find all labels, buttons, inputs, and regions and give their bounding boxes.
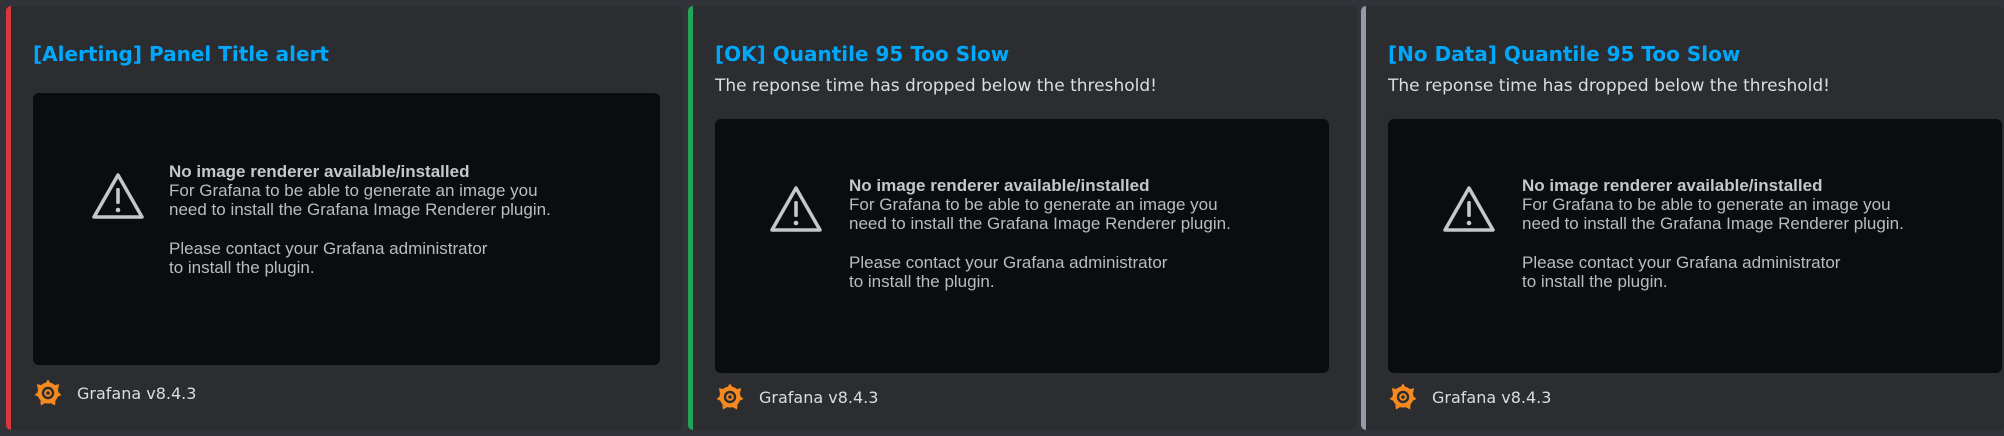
- embed-footer: Grafana v8.4.3: [715, 382, 878, 412]
- grafana-logo-icon: [1389, 383, 1417, 410]
- renderer-message-line: to install the plugin.: [169, 258, 315, 277]
- renderer-message-line: need to install the Grafana Image Render…: [169, 200, 551, 219]
- renderer-message-line: Please contact your Grafana administrato…: [1522, 253, 1841, 272]
- renderer-message-heading: No image renderer available/installed: [169, 162, 470, 181]
- embed-title-link[interactable]: [Alerting] Panel Title alert: [33, 42, 329, 66]
- embed-footer: Grafana v8.4.3: [1388, 382, 1551, 412]
- embed-image[interactable]: No image renderer available/installed Fo…: [1388, 119, 2002, 373]
- alert-embed-ok: [OK] Quantile 95 Too Slow The reponse ti…: [688, 6, 1357, 430]
- renderer-message-line: need to install the Grafana Image Render…: [1522, 214, 1904, 233]
- renderer-message-line: to install the plugin.: [1522, 272, 1668, 291]
- renderer-message: No image renderer available/installed Fo…: [1522, 176, 1904, 291]
- renderer-message-heading: No image renderer available/installed: [1522, 176, 1823, 195]
- embed-footer: Grafana v8.4.3: [33, 378, 196, 408]
- renderer-message-line: to install the plugin.: [849, 272, 995, 291]
- footer-text: Grafana v8.4.3: [1432, 387, 1552, 407]
- footer-text: Grafana v8.4.3: [77, 383, 197, 403]
- renderer-message-line: For Grafana to be able to generate an im…: [849, 195, 1218, 214]
- footer-text: Grafana v8.4.3: [759, 387, 879, 407]
- embed-description: The reponse time has dropped below the t…: [715, 76, 1157, 96]
- renderer-message-line: Please contact your Grafana administrato…: [849, 253, 1168, 272]
- warning-triangle-icon: [770, 186, 822, 232]
- embed-title-link[interactable]: [OK] Quantile 95 Too Slow: [715, 42, 1009, 66]
- embed-description: The reponse time has dropped below the t…: [1388, 76, 1830, 96]
- message-area: [Alerting] Panel Title alert No image re…: [0, 0, 2004, 436]
- renderer-message: No image renderer available/installed Fo…: [849, 176, 1231, 291]
- renderer-message-line: need to install the Grafana Image Render…: [849, 214, 1231, 233]
- renderer-message-line: Please contact your Grafana administrato…: [169, 239, 488, 258]
- warning-triangle-icon: [1443, 186, 1495, 232]
- renderer-message: No image renderer available/installed Fo…: [169, 162, 551, 277]
- embed-image[interactable]: No image renderer available/installed Fo…: [715, 119, 1329, 373]
- embed-image[interactable]: No image renderer available/installed Fo…: [33, 93, 660, 365]
- grafana-logo-icon: [34, 379, 62, 406]
- renderer-message-line: For Grafana to be able to generate an im…: [1522, 195, 1891, 214]
- renderer-message-heading: No image renderer available/installed: [849, 176, 1150, 195]
- alert-embed-alerting: [Alerting] Panel Title alert No image re…: [6, 6, 682, 430]
- embed-title-link[interactable]: [No Data] Quantile 95 Too Slow: [1388, 42, 1740, 66]
- renderer-message-line: For Grafana to be able to generate an im…: [169, 181, 538, 200]
- grafana-logo-icon: [716, 383, 744, 410]
- warning-triangle-icon: [92, 173, 144, 219]
- alert-embed-no-data: [No Data] Quantile 95 Too Slow The repon…: [1361, 6, 2004, 430]
